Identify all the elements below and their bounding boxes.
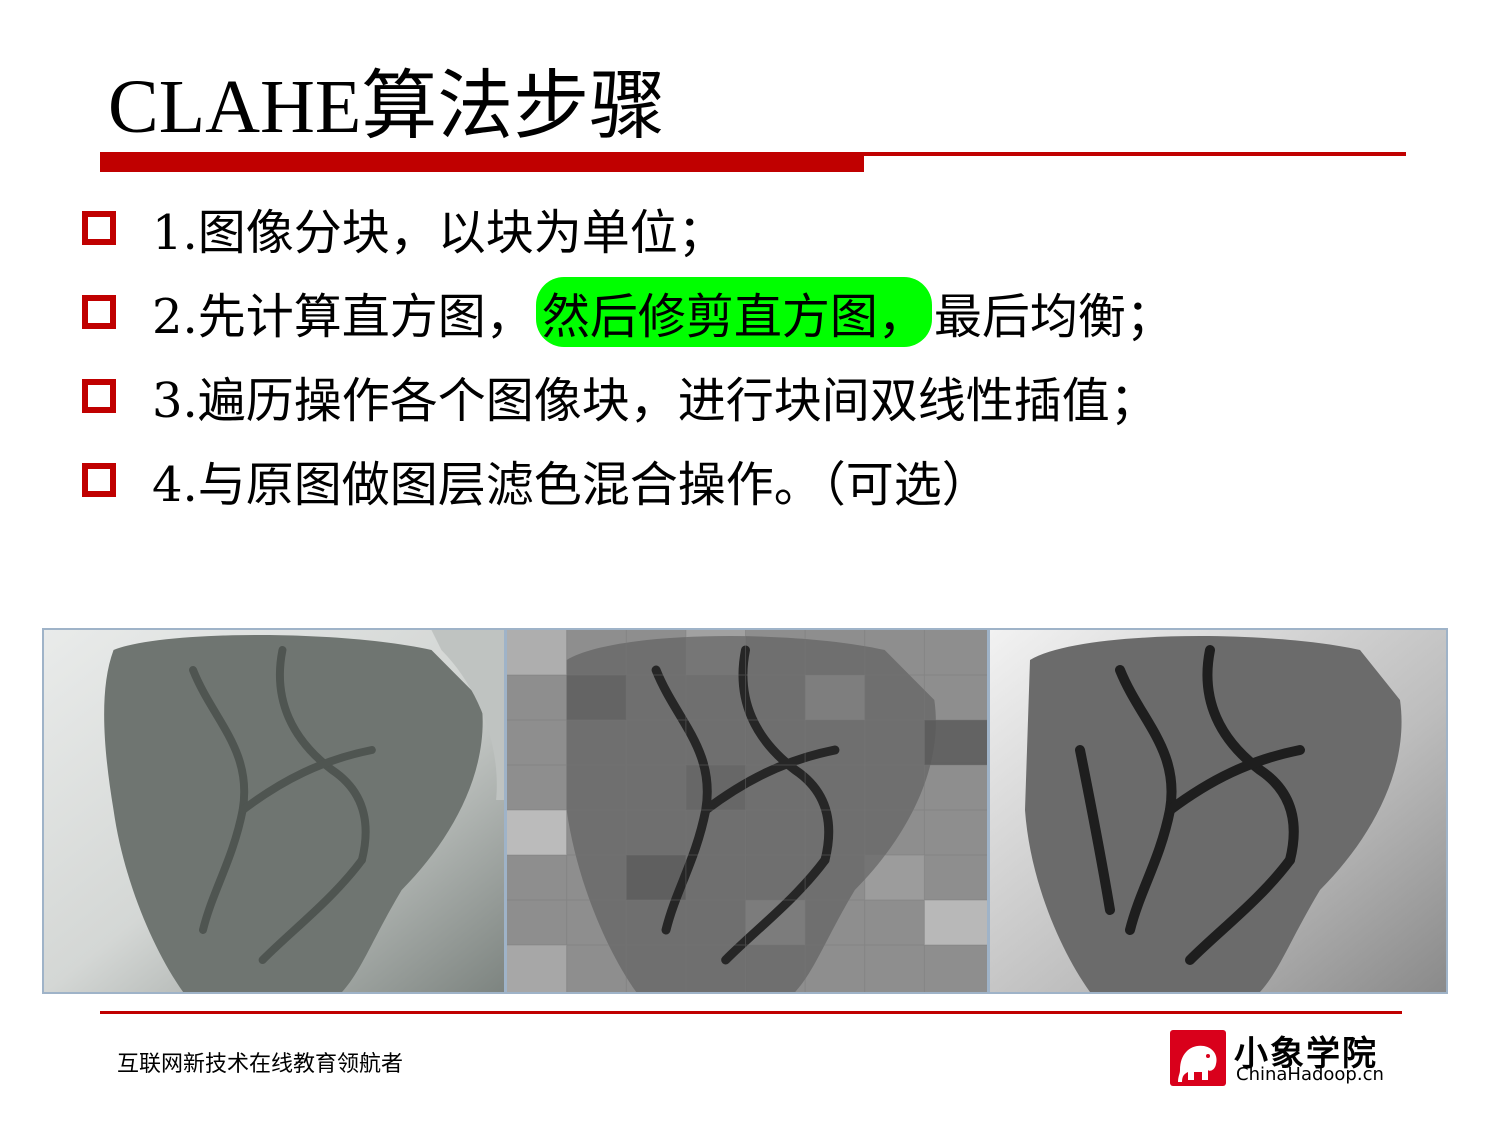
square-bullet-icon (82, 211, 116, 245)
original-image (44, 630, 507, 992)
step-text-before: 2.先计算直方图， (152, 289, 534, 345)
footer-slogan: 互联网新技术在线教育领航者 (117, 1052, 404, 1077)
title-underline-accent (100, 152, 864, 172)
step-text: 1.图像分块，以块为单位； (152, 205, 726, 261)
step-item: 3.遍历操作各个图像块，进行块间双线性插值； (82, 354, 1174, 438)
step-item: 1.图像分块，以块为单位； (82, 186, 1174, 270)
square-bullet-icon (82, 463, 116, 497)
step-item: 2.先计算直方图， 然后修剪直方图， 最后均衡； (82, 270, 1174, 354)
tiled-image (507, 630, 990, 992)
step-highlight: 然后修剪直方图， (535, 277, 932, 347)
square-bullet-icon (82, 295, 116, 329)
slide-title: CLAHE算法步骤 (108, 65, 666, 149)
step-text-after: 最后均衡； (933, 289, 1174, 345)
comparison-images (42, 628, 1448, 994)
steps-list: 1.图像分块，以块为单位； 2.先计算直方图， 然后修剪直方图， 最后均衡； 3.遍… (82, 186, 1174, 522)
square-bullet-icon (82, 379, 116, 413)
footer-divider (100, 1011, 1402, 1014)
brand-logo: 小象学院 ChinaHadoop.cn (1170, 1030, 1390, 1086)
step-text: 3.遍历操作各个图像块，进行块间双线性插值； (152, 373, 1158, 429)
step-item: 4.与原图做图层滤色混合操作。（可选） (82, 438, 1174, 522)
clahe-result-image (990, 630, 1446, 992)
logo-name-en: ChinaHadoop.cn (1236, 1064, 1384, 1085)
elephant-icon (1170, 1030, 1226, 1086)
step-text: 4.与原图做图层滤色混合操作。（可选） (152, 457, 990, 513)
